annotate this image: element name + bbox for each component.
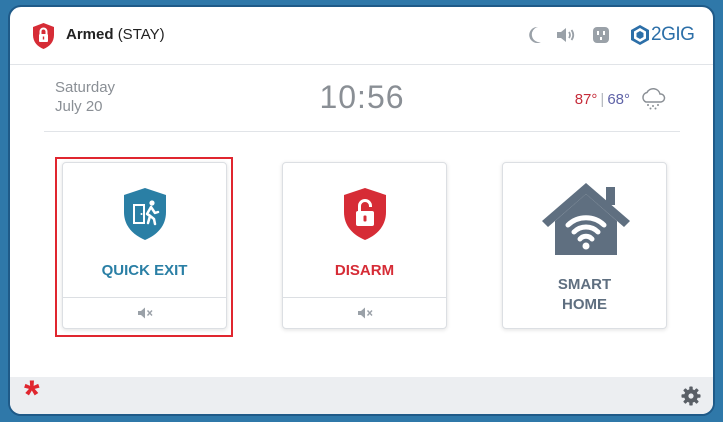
house-wifi-icon — [542, 183, 630, 255]
disarm-label: DISARM — [334, 262, 395, 279]
temp-separator: | — [600, 91, 605, 108]
bottom-bar: * — [10, 373, 713, 414]
smart-home-label-line1: SMART — [557, 276, 612, 293]
info-strip: Saturday July 20 10:56 87° | 68° — [44, 65, 680, 132]
smart-home-tile[interactable]: SMART HOME — [502, 162, 667, 329]
emergency-asterisk-icon[interactable]: * — [24, 373, 40, 414]
arm-mode-label: (STAY) — [117, 26, 165, 43]
lock-shield-icon[interactable] — [31, 22, 56, 50]
smart-home-label-line2: HOME — [562, 296, 607, 313]
speaker-icon[interactable] — [556, 26, 576, 44]
snow-cloud-icon[interactable] — [640, 87, 666, 111]
top-status-bar: Armed (STAY) 2GIG — [10, 7, 713, 65]
speaker-muted-icon[interactable] — [357, 306, 373, 320]
temp-high: 87° — [574, 91, 598, 108]
brand-logo-icon — [631, 25, 649, 45]
armed-label: Armed — [66, 26, 114, 43]
disarm-footer[interactable] — [283, 297, 446, 328]
outlet-icon[interactable] — [592, 26, 610, 44]
arming-status[interactable]: Armed (STAY) — [66, 26, 165, 43]
selection-highlight — [55, 157, 233, 337]
settings-gear-icon[interactable] — [681, 386, 701, 406]
unlock-shield-icon — [344, 188, 386, 240]
panel-frame: Armed (STAY) 2GIG Saturday July 20 10:56 — [8, 5, 715, 416]
moon-icon[interactable] — [528, 26, 542, 44]
temperature[interactable]: 87° | 68° — [575, 91, 630, 108]
disarm-tile[interactable]: DISARM — [282, 162, 447, 329]
brand-name: 2GIG — [651, 24, 695, 45]
temp-low: 68° — [607, 91, 630, 108]
